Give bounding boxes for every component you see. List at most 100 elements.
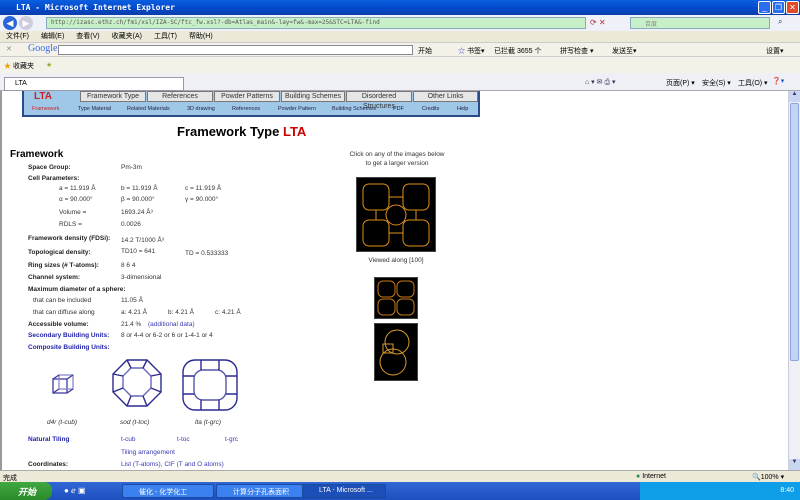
nav-tab-other-links[interactable]: Other Links: [413, 91, 478, 102]
td10-value: TD10 = 641: [121, 248, 156, 255]
star-icon: ☆: [458, 48, 465, 55]
tiling-t-grc-link[interactable]: t-grc: [225, 436, 238, 443]
spellcheck-button[interactable]: 拼写检查 ▾: [560, 46, 593, 56]
page-title: Framework Type LTA: [177, 124, 306, 139]
menu-edit[interactable]: 编辑(E): [41, 33, 64, 40]
nav-tab-powder-patterns[interactable]: Powder Patterns: [214, 91, 280, 102]
menu-view[interactable]: 查看(V): [76, 33, 99, 40]
clock: 8:40: [780, 487, 794, 494]
nav-tab-references[interactable]: References: [147, 91, 213, 102]
popup-blocked[interactable]: 已拦截 3655 个: [494, 46, 541, 56]
rings-value: 8 6 4: [121, 262, 136, 269]
quick-launch-icons[interactable]: ● ℯ ▣: [64, 486, 86, 495]
bookmarks-label: 书签▾: [466, 48, 485, 55]
favorites-bar: ★ 收藏夹 ★: [0, 57, 800, 73]
nav-tab-framework-type[interactable]: Framework Type: [80, 91, 146, 102]
bookmarks-button[interactable]: ☆ 书签▾: [458, 46, 484, 56]
search-icon[interactable]: ⌕: [778, 17, 782, 27]
menu-bar: 文件(F) 编辑(E) 查看(V) 收藏夹(A) 工具(T) 帮助(H): [0, 31, 800, 43]
refresh-stop-icons[interactable]: ⟳ ✕: [590, 18, 606, 27]
scroll-thumb[interactable]: [790, 103, 799, 361]
framework-image-2[interactable]: [374, 277, 418, 319]
page-menu[interactable]: 页面(P) ▾: [666, 78, 695, 88]
taskbar: 开始 ● ℯ ▣ 催化 - 化学化工 计算分子孔表面积 LTA - Micros…: [0, 482, 800, 500]
diffuse-b: b: 4.21 Å: [168, 309, 195, 316]
search-input[interactable]: 百度: [630, 17, 770, 29]
lta-cage-icon[interactable]: [181, 356, 239, 412]
space-group-label: Space Group:: [28, 164, 71, 171]
volume-label: Volume =: [59, 209, 87, 216]
safety-menu[interactable]: 安全(S) ▾: [702, 78, 731, 88]
nav-sub-related[interactable]: Related Materials: [127, 106, 170, 112]
google-start-button[interactable]: 开始: [418, 46, 432, 56]
diffuse-c: c: 4.21 Å: [215, 309, 241, 316]
ie-command-icons[interactable]: ⌂ ▾ ✉ ⎙ ▾: [585, 78, 616, 87]
tiling-t-toc-link[interactable]: t-toc: [177, 436, 190, 443]
google-search-input[interactable]: [58, 45, 413, 55]
framework-drawing: [362, 183, 430, 247]
nav-sub-framework[interactable]: Framework: [32, 106, 60, 112]
cell-alpha: α = 90.000°: [59, 196, 93, 203]
diffuse-label: that can diffuse along: [33, 309, 95, 316]
sbu-value: 8 or 4-4 or 6-2 or 6 or 1-4-1 or 4: [121, 332, 213, 339]
coordinates-links[interactable]: List (T-atoms), CIF (T and O atoms): [121, 461, 224, 468]
nav-sub-powder[interactable]: Powder Pattern: [278, 106, 316, 112]
restore-button[interactable]: ❐: [772, 1, 785, 14]
nav-tab-building-schemes[interactable]: Building Schemes: [281, 91, 345, 102]
settings-button[interactable]: 设置▾: [766, 46, 784, 56]
favorites-button[interactable]: ★ 收藏夹: [4, 61, 34, 71]
title-code: LTA: [282, 124, 307, 139]
nav-sub-3d[interactable]: 3D drawing: [187, 106, 215, 112]
images-hint-line-2: to get a larger version: [365, 160, 429, 167]
tools-menu[interactable]: 工具(O) ▾: [738, 78, 768, 88]
volume-value: 1693.24 Å³: [121, 209, 153, 216]
address-input[interactable]: http://izasc.ethz.ch/fmi/xsl/IZA-SC/ftc_…: [46, 17, 586, 29]
d4r-cage-icon[interactable]: [50, 372, 76, 398]
sod-cage-icon[interactable]: [111, 358, 163, 408]
minimize-button[interactable]: _: [758, 1, 771, 14]
title-prefix: Framework Type: [177, 124, 283, 139]
send-to-button[interactable]: 发送至▾: [612, 46, 637, 56]
natural-tiling-link[interactable]: Natural Tiling: [28, 436, 69, 443]
sbu-link[interactable]: Secondary Building Units:: [28, 332, 109, 339]
framework-image-3[interactable]: [374, 323, 418, 381]
nav-sub-pdf[interactable]: PDF: [393, 106, 404, 112]
nav-sub-help[interactable]: Help: [457, 106, 468, 112]
cell-label: Cell Parameters:: [28, 175, 80, 182]
nav-sub-type-material[interactable]: Type Material: [78, 106, 111, 112]
framework-image-100[interactable]: [356, 177, 436, 252]
task-button-1[interactable]: 催化 - 化学化工: [122, 484, 214, 498]
start-button[interactable]: 开始: [0, 482, 52, 500]
zoom-control[interactable]: 🔍100% ▾: [752, 473, 784, 481]
scroll-down-button[interactable]: ▼: [789, 459, 800, 470]
close-toolbar-icon[interactable]: ✕: [6, 45, 12, 53]
nav-sub-references[interactable]: References: [232, 106, 260, 112]
forward-button[interactable]: ▶: [19, 16, 33, 30]
vertical-scrollbar[interactable]: ▲ ▼: [788, 91, 800, 470]
additional-data-link[interactable]: (additional data): [148, 321, 195, 328]
menu-tools[interactable]: 工具(T): [154, 33, 177, 40]
cell-b: b = 11.919 Å: [121, 185, 158, 192]
accessible-volume-label: Accessible volume:: [28, 321, 89, 328]
task-button-2[interactable]: 计算分子孔表面积: [216, 484, 308, 498]
nav-sub-credits[interactable]: Credits: [422, 106, 439, 112]
menu-help[interactable]: 帮助(H): [189, 33, 213, 40]
back-button[interactable]: ◀: [3, 16, 17, 30]
menu-file[interactable]: 文件(F): [6, 33, 29, 40]
rings-label: Ring sizes (# T-atoms):: [28, 262, 99, 269]
tab-lta[interactable]: LTA: [4, 77, 184, 91]
scroll-up-button[interactable]: ▲: [789, 91, 800, 102]
close-button[interactable]: ✕: [786, 1, 799, 14]
task-button-3-active[interactable]: LTA - Microsoft ...: [302, 484, 386, 498]
tiling-t-cub-link[interactable]: t-cub: [121, 436, 135, 443]
cbu-link[interactable]: Composite Building Units:: [28, 344, 110, 351]
menu-favorites[interactable]: 收藏夹(A): [112, 33, 142, 40]
title-bar: LTA - Microsoft Internet Explorer: [0, 0, 800, 15]
tiling-arrangement-link[interactable]: Tiling arrangement: [121, 449, 175, 456]
cbu-d4r-label: d4r (t-cub): [47, 419, 77, 426]
nav-tab-disordered[interactable]: Disordered Structures: [346, 91, 412, 110]
nav-sub-building[interactable]: Building Schemes: [332, 106, 376, 112]
help-icon[interactable]: ❓▾: [772, 77, 784, 85]
system-tray: 8:40: [640, 482, 800, 500]
add-favorite-icon[interactable]: ★: [46, 61, 52, 69]
